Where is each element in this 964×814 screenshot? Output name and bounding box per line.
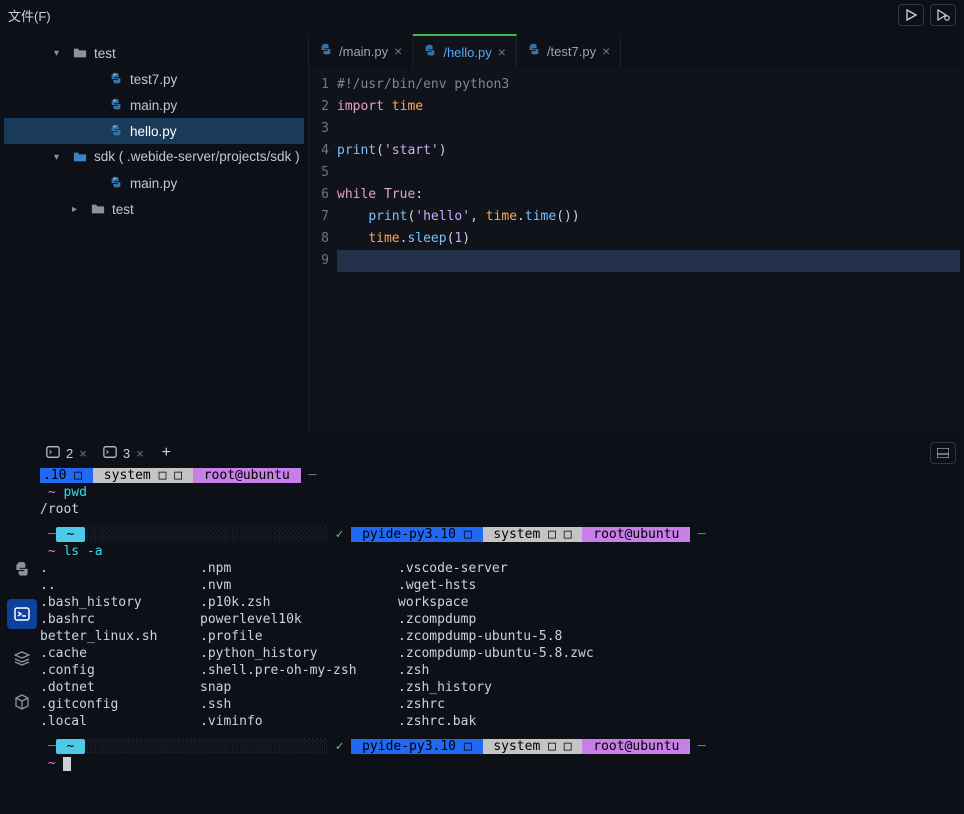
tab-label: /main.py <box>339 44 388 59</box>
terminal-body[interactable]: .10 □ system □ □ root@ubuntu ─ ~ pwd /ro… <box>40 467 956 797</box>
terminal-icon <box>103 445 117 462</box>
python-icon <box>108 98 124 112</box>
editor-tabs: /main.py × /hello.py × /test7.py × <box>309 34 960 68</box>
tab-label: /test7.py <box>547 44 596 59</box>
tree-file[interactable]: ▾main.py <box>4 92 304 118</box>
debug-button[interactable] <box>930 4 956 26</box>
python-icon <box>527 43 541 60</box>
terminal-tab-label: 2 <box>66 446 73 461</box>
folder-icon <box>72 46 88 60</box>
folder-icon <box>90 202 106 216</box>
line-gutter: 123456789 <box>309 74 337 431</box>
file-label: main.py <box>130 176 177 191</box>
editor-tab[interactable]: /test7.py × <box>517 34 621 68</box>
close-icon[interactable]: × <box>136 446 144 461</box>
tree-file-sdk-main[interactable]: ▾ main.py <box>4 170 304 196</box>
activity-layers-icon[interactable] <box>7 643 37 673</box>
new-terminal-button[interactable]: + <box>154 444 179 462</box>
chevron-down-icon: ▾ <box>54 152 66 163</box>
python-icon <box>423 44 437 61</box>
file-label: main.py <box>130 98 177 113</box>
python-icon <box>319 43 333 60</box>
python-icon <box>108 124 124 138</box>
file-label: hello.py <box>130 124 177 139</box>
panel-toggle-button[interactable] <box>930 442 956 464</box>
terminal-tab-2[interactable]: 2 × <box>40 443 93 464</box>
close-icon[interactable]: × <box>394 43 402 59</box>
folder-label: test <box>94 46 116 61</box>
tree-folder-sdk[interactable]: ▾ sdk ( .webide-server/projects/sdk ) <box>4 144 304 170</box>
python-icon <box>108 176 124 190</box>
code-area[interactable]: #!/usr/bin/env python3import time print(… <box>337 74 960 431</box>
chevron-right-icon: ▸ <box>72 204 84 215</box>
tree-folder-test[interactable]: ▾ test <box>4 40 304 66</box>
terminal-tabs: 2 × 3 × + <box>40 439 956 467</box>
activity-package-icon[interactable] <box>7 687 37 717</box>
activity-terminal-icon[interactable] <box>7 599 37 629</box>
tree-folder-test2[interactable]: ▸ test <box>4 196 304 222</box>
run-button[interactable] <box>898 4 924 26</box>
folder-label: test <box>112 202 134 217</box>
top-toolbar: 文件(F) <box>0 0 964 30</box>
folder-label: sdk ( .webide-server/projects/sdk ) <box>94 150 300 164</box>
python-icon <box>108 72 124 86</box>
activity-python-icon[interactable] <box>7 555 37 585</box>
activity-bar <box>4 555 40 717</box>
close-icon[interactable]: × <box>79 446 87 461</box>
terminal-tab-3[interactable]: 3 × <box>97 443 150 464</box>
terminal-tab-label: 3 <box>123 446 130 461</box>
chevron-down-icon: ▾ <box>54 48 66 59</box>
close-icon[interactable]: × <box>498 44 506 60</box>
file-explorer: ▾ test ▾test7.py▾main.py▾hello.py ▾ sdk … <box>4 34 304 431</box>
menu-file[interactable]: 文件(F) <box>8 6 51 25</box>
terminal-cursor <box>63 757 71 771</box>
file-label: test7.py <box>130 72 177 87</box>
terminal-icon <box>46 445 60 462</box>
tree-file[interactable]: ▾test7.py <box>4 66 304 92</box>
ls-output: . .. .bash_history .bashrc better_linux.… <box>40 560 956 730</box>
tree-file[interactable]: ▾hello.py <box>4 118 304 144</box>
close-icon[interactable]: × <box>602 43 610 59</box>
folder-icon <box>72 150 88 164</box>
editor-tab[interactable]: /main.py × <box>309 34 413 68</box>
tab-label: /hello.py <box>443 45 491 60</box>
editor-tab[interactable]: /hello.py × <box>413 34 517 68</box>
